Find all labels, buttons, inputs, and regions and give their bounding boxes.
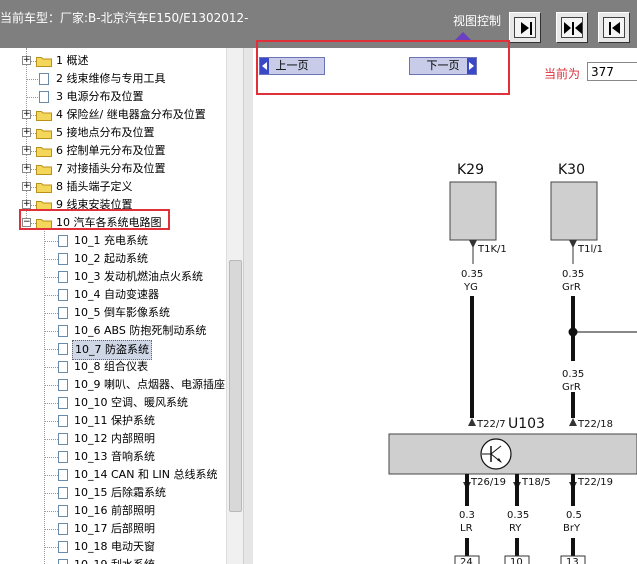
wire2-color: GrR [562, 282, 581, 293]
pin-in1-label: T22/7 [477, 419, 506, 430]
module-label: U103 [508, 416, 545, 432]
out3-size: 0.5 [566, 510, 582, 521]
document-icon [58, 469, 68, 481]
tree-expander-8[interactable]: + [22, 182, 31, 191]
folder-icon [36, 145, 52, 157]
connector-2-label: 10 [510, 557, 523, 564]
pane-divider[interactable] [243, 48, 253, 564]
document-icon [58, 253, 68, 265]
split-both-icon [564, 22, 582, 35]
document-icon [58, 451, 68, 463]
out2-color: RY [509, 523, 522, 534]
pin-out3-label: T22/19 [578, 477, 613, 488]
document-icon [58, 397, 68, 409]
pin-in2-label: T22/18 [578, 419, 613, 430]
connector-1-label: 24 [460, 557, 473, 564]
document-icon [58, 379, 68, 391]
pin-k29-label: T1K/1 [478, 244, 507, 255]
document-icon [58, 235, 68, 247]
folder-icon [36, 163, 52, 175]
tree-expander-1[interactable]: + [22, 56, 31, 65]
pin-k30-label: T1l/1 [578, 244, 603, 255]
tree-highlight-box [19, 209, 170, 230]
split-center-button[interactable] [556, 12, 588, 43]
wire1-size: 0.35 [461, 269, 484, 280]
fuse-k30-box [550, 181, 598, 241]
document-icon [58, 505, 68, 517]
folder-icon [36, 109, 52, 121]
tree-expander-5[interactable]: + [22, 128, 31, 137]
document-icon [58, 523, 68, 535]
document-icon [58, 433, 68, 445]
document-icon [58, 271, 68, 283]
document-icon [58, 361, 68, 373]
wire3-size: 0.35 [562, 369, 585, 380]
split-right-button[interactable] [598, 12, 630, 43]
arrow-right-bar-icon [521, 22, 532, 35]
fuse-k29-label: K29 [457, 162, 484, 178]
document-icon [58, 289, 68, 301]
view-control-label: 视图控制 [453, 14, 502, 28]
document-icon [58, 325, 68, 337]
out1-color: LR [460, 523, 473, 534]
document-icon [58, 343, 68, 355]
wiring-diagram: K29 K30 T1K/1 T1l/1 0.35 YG 0.35 GrR 0.3… [253, 96, 637, 564]
current-page-label: 当前为 [544, 67, 581, 81]
folder-icon [36, 181, 52, 193]
out2-size: 0.35 [507, 510, 530, 521]
fuse-k29-box [449, 181, 497, 241]
tree-expander-9[interactable]: + [22, 200, 31, 209]
out1-size: 0.3 [459, 510, 475, 521]
document-icon [58, 487, 68, 499]
wire3-color: GrR [562, 382, 581, 393]
document-icon [58, 541, 68, 553]
document-icon [58, 307, 68, 319]
out3-color: BrY [563, 523, 581, 534]
pin-out1-label: T26/19 [471, 477, 506, 488]
app-window: 当前车型：厂家:B-北京汽车E150/E1302012- 视图控制 .. [0, 0, 637, 564]
vehicle-info: 当前车型：厂家:B-北京汽车E150/E1302012- [0, 11, 249, 25]
nav-highlight-box [256, 40, 510, 95]
document-icon [39, 91, 49, 103]
folder-icon [36, 127, 52, 139]
view-control-icon [455, 32, 471, 40]
module-u103-box [388, 433, 637, 475]
tree-expander-6[interactable]: + [22, 146, 31, 155]
pin-out2-label: T18/5 [522, 477, 551, 488]
wire2-size: 0.35 [562, 269, 585, 280]
document-icon [58, 559, 68, 564]
wire1-color: YG [464, 282, 478, 293]
tree-expander-7[interactable]: + [22, 164, 31, 173]
document-icon [58, 415, 68, 427]
current-page-input[interactable] [587, 62, 637, 81]
fuse-k30-label: K30 [558, 162, 585, 178]
document-icon [39, 73, 49, 85]
split-left-button[interactable] [509, 12, 541, 43]
connector-3-label: 13 [566, 557, 579, 564]
arrow-left-bar-icon [609, 22, 620, 35]
tree-scrollbar-thumb[interactable] [229, 260, 242, 512]
tree-scrollbar[interactable] [226, 48, 243, 564]
folder-icon [36, 55, 52, 67]
tree-expander-4[interactable]: + [22, 110, 31, 119]
catalog-tree: ... +1 概述2 线束维修与专用工具3 电源分布及位置+4 保险丝/ 继电器… [0, 48, 243, 564]
